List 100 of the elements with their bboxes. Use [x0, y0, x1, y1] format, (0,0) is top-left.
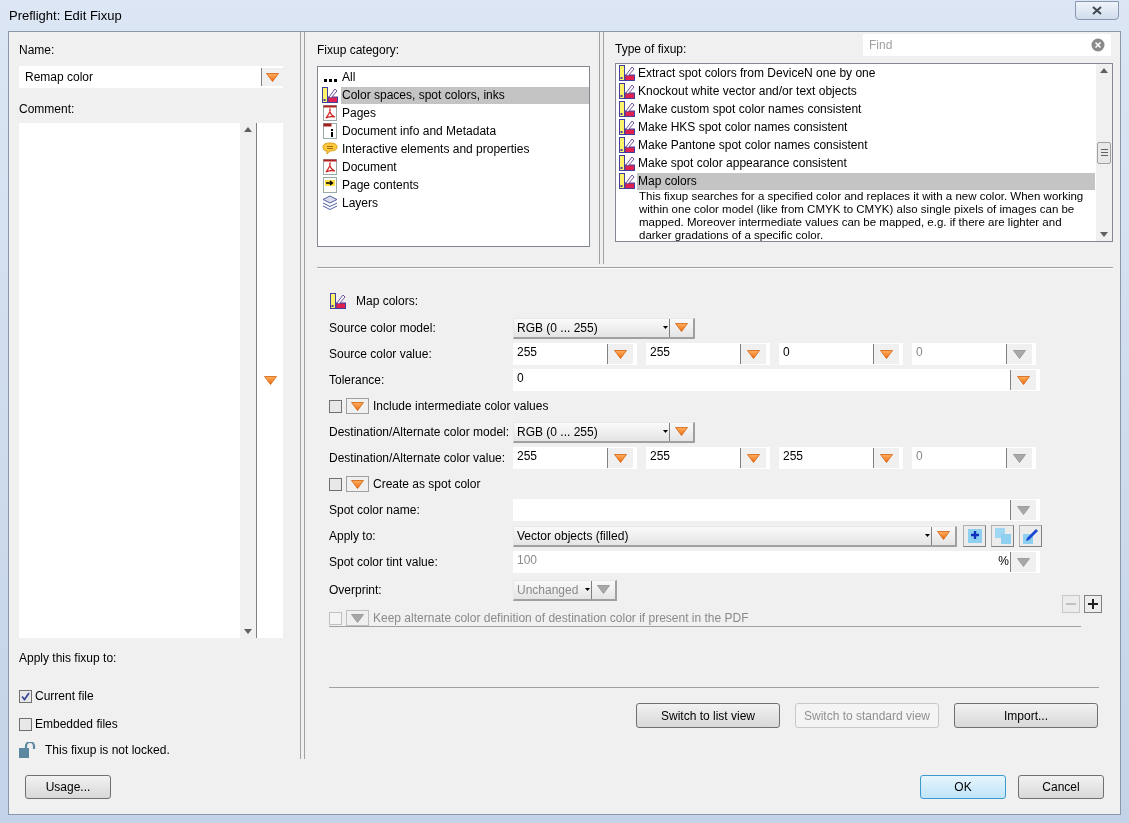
fixup-type-item[interactable]: Map colors — [637, 172, 1095, 190]
fixup-type-item[interactable]: Make HKS spot color names consistent — [637, 118, 1095, 136]
color-swatch-icon — [330, 293, 346, 309]
dropdown-button[interactable] — [1006, 448, 1032, 468]
pdf-document-icon — [323, 105, 337, 121]
field-label: Name: — [19, 42, 56, 59]
checkbox[interactable] — [329, 477, 342, 491]
info-document-icon — [323, 123, 337, 139]
category-item[interactable]: Color spaces, spot colors, inks — [341, 86, 589, 104]
scrollbar-thumb[interactable] — [1097, 141, 1111, 164]
caret-icon — [1013, 453, 1026, 463]
caret-icon — [351, 401, 364, 411]
fixup-type-item[interactable]: Make custom spot color names consistent — [637, 100, 1095, 118]
dropdown-select[interactable]: RGB (0 ... 255) — [513, 317, 695, 339]
dropdown-select[interactable]: Vector objects (filled) — [513, 525, 957, 547]
color-swatch-icon — [619, 119, 635, 135]
fixup-type-item[interactable]: Make spot color appearance consistent — [637, 154, 1095, 172]
caret-icon — [266, 72, 279, 82]
caret-icon — [937, 531, 950, 540]
dropdown-select[interactable]: RGB (0 ... 255) — [513, 421, 695, 443]
checkbox[interactable] — [19, 717, 32, 731]
add-button[interactable] — [1084, 595, 1102, 613]
caret-icon — [1017, 557, 1030, 567]
field-label: Destination/Alternate color model: — [329, 424, 511, 441]
color-swatch-icon — [619, 83, 635, 99]
category-item[interactable]: Interactive elements and properties — [341, 140, 589, 158]
close-button[interactable] — [1075, 1, 1119, 20]
dialog-button[interactable]: Cancel — [1018, 774, 1104, 799]
fixup-type-item[interactable]: Make Pantone spot color names consistent — [637, 136, 1095, 154]
dropdown-button[interactable] — [873, 344, 899, 364]
checkbox-label: Keep alternate color definition of destination color if present in the PDF — [373, 610, 749, 627]
checkbox[interactable] — [329, 399, 342, 413]
speech-bubble-icon — [322, 142, 338, 156]
scroll-down-icon[interactable] — [244, 629, 252, 634]
scroll-up-icon[interactable] — [1100, 68, 1108, 73]
dropdown-button[interactable] — [261, 68, 283, 86]
category-item[interactable]: Document — [341, 158, 589, 176]
scroll-up-icon[interactable] — [244, 127, 252, 132]
caret-icon — [1017, 505, 1030, 515]
caret-icon — [263, 376, 277, 385]
checkbox-label: Embedded files — [35, 716, 118, 733]
dialog-button[interactable]: OK — [920, 774, 1006, 799]
edit-button[interactable] — [1019, 525, 1042, 547]
field-label: Fixup category: — [317, 42, 401, 59]
caret-icon — [747, 453, 760, 463]
pencil-icon — [1022, 528, 1039, 544]
scroll-down-icon[interactable] — [1100, 232, 1108, 237]
fixup-description: This fixup searches for a specified color and replaces it with a new color. When working within one color model (like from CMYK to CMYK) also single pixels of images can be mapped. Moreover intermediate values can be mapped, e.g. if there are lighter and darker gradations of a specific color. — [638, 190, 1085, 241]
field-label: Spot color name: — [329, 502, 421, 519]
checkmark-icon — [21, 691, 30, 701]
dropdown-button[interactable] — [873, 448, 899, 468]
category-item[interactable]: Layers — [341, 194, 589, 212]
dropdown-button[interactable] — [346, 610, 369, 626]
view-button[interactable]: Switch to list view — [636, 703, 780, 728]
caret-icon — [351, 613, 364, 623]
dropdown-button[interactable] — [346, 476, 369, 492]
scrollbar[interactable] — [1096, 64, 1112, 241]
caret-icon — [675, 427, 688, 436]
color-swatch-icon — [619, 101, 635, 117]
dropdown-button[interactable] — [740, 448, 766, 468]
dropdown-button[interactable] — [1006, 344, 1032, 364]
window-title: Preflight: Edit Fixup — [8, 6, 122, 25]
fixup-type-item[interactable]: Extract spot colors from DeviceN one by one — [637, 64, 1095, 82]
view-button[interactable]: Import... — [954, 703, 1098, 728]
caret-icon — [880, 453, 893, 463]
field-label: Apply to: — [329, 528, 377, 545]
category-item[interactable]: Pages — [341, 104, 589, 122]
caret-icon — [1013, 349, 1026, 359]
dots-icon — [323, 78, 337, 82]
dropdown-button[interactable] — [1010, 370, 1036, 390]
caret-icon — [1017, 375, 1030, 385]
plus-icon — [1088, 599, 1098, 609]
checkbox[interactable] — [19, 689, 32, 703]
field-label: Type of fixup: — [615, 41, 687, 58]
duplicate-button[interactable] — [991, 525, 1014, 547]
dropdown-button[interactable] — [607, 448, 633, 468]
checkbox-label: Current file — [35, 688, 94, 705]
dropdown-button[interactable] — [740, 344, 766, 364]
caret-icon — [675, 323, 688, 332]
field-label: Spot color tint value: — [329, 554, 439, 571]
section-label: Apply this fixup to: — [19, 650, 118, 667]
caret-icon — [880, 349, 893, 359]
lock-status-text: This fixup is not locked. — [45, 742, 170, 759]
field-label: Source color value: — [329, 346, 433, 363]
field-label: Source color model: — [329, 320, 437, 337]
category-item[interactable]: Document info and Metadata — [341, 122, 589, 140]
dropdown-button[interactable] — [346, 398, 369, 414]
add-button[interactable] — [963, 525, 986, 547]
clear-icon[interactable] — [1091, 38, 1105, 52]
open-padlock-icon — [19, 742, 36, 758]
checkbox-label: Include intermediate color values — [373, 398, 549, 415]
caret-icon — [925, 534, 930, 537]
color-swatch-icon — [619, 137, 635, 153]
category-item[interactable]: All — [341, 68, 589, 86]
dropdown-button[interactable] — [607, 344, 633, 364]
usage-button[interactable]: Usage... — [25, 774, 111, 799]
fixup-type-item[interactable]: Knockout white vector and/or text objects — [637, 82, 1095, 100]
layers-icon — [322, 195, 338, 211]
caret-icon — [614, 453, 627, 463]
category-item[interactable]: Page contents — [341, 176, 589, 194]
